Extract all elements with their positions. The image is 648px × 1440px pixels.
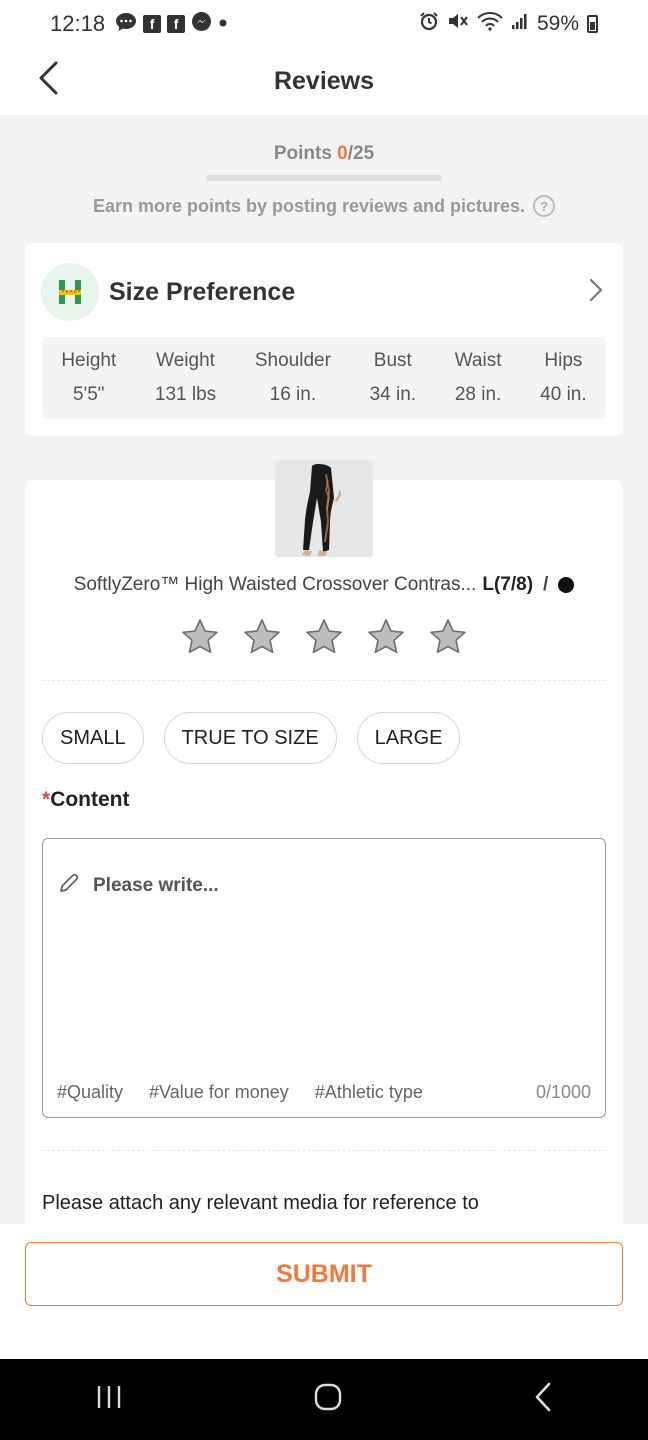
product-info-row: SoftlyZero™ High Waisted Crossover Contr… bbox=[25, 574, 623, 596]
ruler-h-icon bbox=[41, 263, 99, 321]
points-hint: Earn more points by posting reviews and … bbox=[0, 195, 648, 217]
points-counter: Points 0/25 bbox=[0, 143, 648, 165]
points-total: /25 bbox=[347, 143, 375, 164]
product-size: L(7/8) bbox=[482, 574, 534, 595]
size-preference-title: Size Preference bbox=[109, 277, 296, 306]
measurement-label: Bust bbox=[373, 350, 412, 371]
measurement-label: Hips bbox=[544, 350, 583, 371]
tag-quality[interactable]: #Quality bbox=[57, 1082, 123, 1103]
product-image bbox=[275, 460, 373, 557]
divider bbox=[42, 680, 606, 681]
product-separator: / bbox=[543, 574, 549, 595]
help-icon[interactable]: ? bbox=[533, 195, 556, 217]
measurement-value: 28 in. bbox=[454, 384, 502, 405]
star-icon[interactable] bbox=[429, 618, 467, 659]
facebook-icon: f bbox=[143, 15, 162, 33]
battery-icon bbox=[587, 15, 598, 33]
signal-icon bbox=[511, 12, 529, 36]
content-label-text: Content bbox=[50, 788, 130, 811]
content-label: *Content bbox=[42, 788, 130, 812]
submit-button[interactable]: SUBMIT bbox=[25, 1242, 623, 1306]
mute-icon bbox=[447, 11, 469, 37]
points-hint-text: Earn more points by posting reviews and … bbox=[92, 195, 526, 216]
attach-media-hint: Please attach any relevant media for ref… bbox=[42, 1192, 479, 1214]
review-content-input[interactable]: Please write... #Quality #Value for mone… bbox=[42, 838, 606, 1118]
star-icon[interactable] bbox=[181, 618, 219, 659]
points-progress-bar bbox=[206, 175, 442, 181]
placeholder-text: Please write... bbox=[93, 875, 219, 896]
tag-athletic-type[interactable]: #Athletic type bbox=[315, 1082, 423, 1103]
facebook-icon: f bbox=[167, 15, 186, 33]
fit-large-button[interactable]: LARGE bbox=[356, 712, 461, 764]
system-navigation-bar bbox=[0, 1359, 648, 1440]
char-count: 0/1000 bbox=[535, 1082, 591, 1102]
measurement-label: Shoulder bbox=[254, 350, 331, 371]
required-marker: * bbox=[42, 788, 51, 811]
chevron-left-icon bbox=[37, 61, 59, 100]
measurement-bust: Bust 34 in. bbox=[370, 350, 416, 406]
product-color-swatch bbox=[558, 577, 575, 593]
bottom-action-bar: SUBMIT bbox=[0, 1224, 648, 1359]
page-title: Reviews bbox=[273, 67, 375, 95]
battery-percent: 59% bbox=[536, 12, 579, 35]
fit-options: SMALL TRUE TO SIZE LARGE bbox=[42, 712, 461, 764]
status-time: 12:18 bbox=[50, 11, 106, 36]
measurement-label: Weight bbox=[156, 350, 215, 371]
chat-bubble-icon bbox=[115, 12, 137, 37]
system-back-icon[interactable] bbox=[533, 1382, 553, 1417]
measurement-weight: Weight 131 lbs bbox=[155, 350, 216, 406]
points-section: Points 0/25 Earn more points by posting … bbox=[0, 115, 648, 240]
suggested-tags: #Quality #Value for money #Athletic type… bbox=[57, 1082, 591, 1103]
fit-small-button[interactable]: SMALL bbox=[42, 712, 144, 764]
star-rating bbox=[25, 618, 623, 659]
measurement-value: 34 in. bbox=[369, 384, 417, 405]
measurement-label: Height bbox=[61, 350, 117, 371]
review-form-card: SoftlyZero™ High Waisted Crossover Contr… bbox=[25, 460, 623, 1224]
product-name: SoftlyZero™ High Waisted Crossover Contr… bbox=[73, 574, 477, 595]
star-icon[interactable] bbox=[305, 618, 343, 659]
measurement-value: 40 in. bbox=[540, 384, 587, 405]
notification-icons: f f bbox=[115, 11, 228, 37]
measurement-height: Height 5'5" bbox=[61, 350, 116, 406]
size-preference-card[interactable]: Size Preference Height 5'5" Weight 131 l… bbox=[25, 243, 623, 436]
chevron-right-icon[interactable] bbox=[589, 278, 603, 307]
system-icons: 59% bbox=[419, 11, 598, 37]
points-current: 0 bbox=[337, 143, 348, 164]
measurement-waist: Waist 28 in. bbox=[455, 350, 502, 406]
wifi-icon bbox=[477, 11, 503, 37]
tag-value-for-money[interactable]: #Value for money bbox=[149, 1082, 289, 1103]
size-preference-header[interactable]: Size Preference bbox=[25, 243, 623, 323]
pencil-icon bbox=[57, 871, 81, 901]
status-bar: 12:18 f f 59% bbox=[0, 0, 648, 48]
recent-apps-icon[interactable] bbox=[95, 1384, 123, 1415]
fit-true-to-size-button[interactable]: TRUE TO SIZE bbox=[163, 712, 337, 764]
dot-icon bbox=[218, 15, 228, 33]
measurements-table: Height 5'5" Weight 131 lbs Shoulder 16 i… bbox=[42, 337, 606, 419]
measurement-value: 16 in. bbox=[269, 384, 317, 405]
measurement-value: 131 lbs bbox=[154, 384, 217, 405]
measurement-value: 5'5" bbox=[73, 384, 105, 405]
messenger-icon bbox=[191, 11, 212, 37]
measurement-label: Waist bbox=[454, 350, 502, 371]
content-placeholder: Please write... bbox=[57, 871, 219, 901]
measurement-shoulder: Shoulder 16 in. bbox=[255, 350, 331, 406]
divider bbox=[42, 1150, 606, 1151]
back-button[interactable] bbox=[30, 61, 66, 100]
star-icon[interactable] bbox=[367, 618, 405, 659]
measurement-hips: Hips 40 in. bbox=[540, 350, 586, 406]
top-nav-bar: Reviews bbox=[0, 48, 648, 115]
alarm-icon bbox=[419, 11, 439, 37]
star-icon[interactable] bbox=[243, 618, 281, 659]
home-icon[interactable] bbox=[313, 1382, 343, 1417]
points-label: Points bbox=[273, 143, 338, 164]
